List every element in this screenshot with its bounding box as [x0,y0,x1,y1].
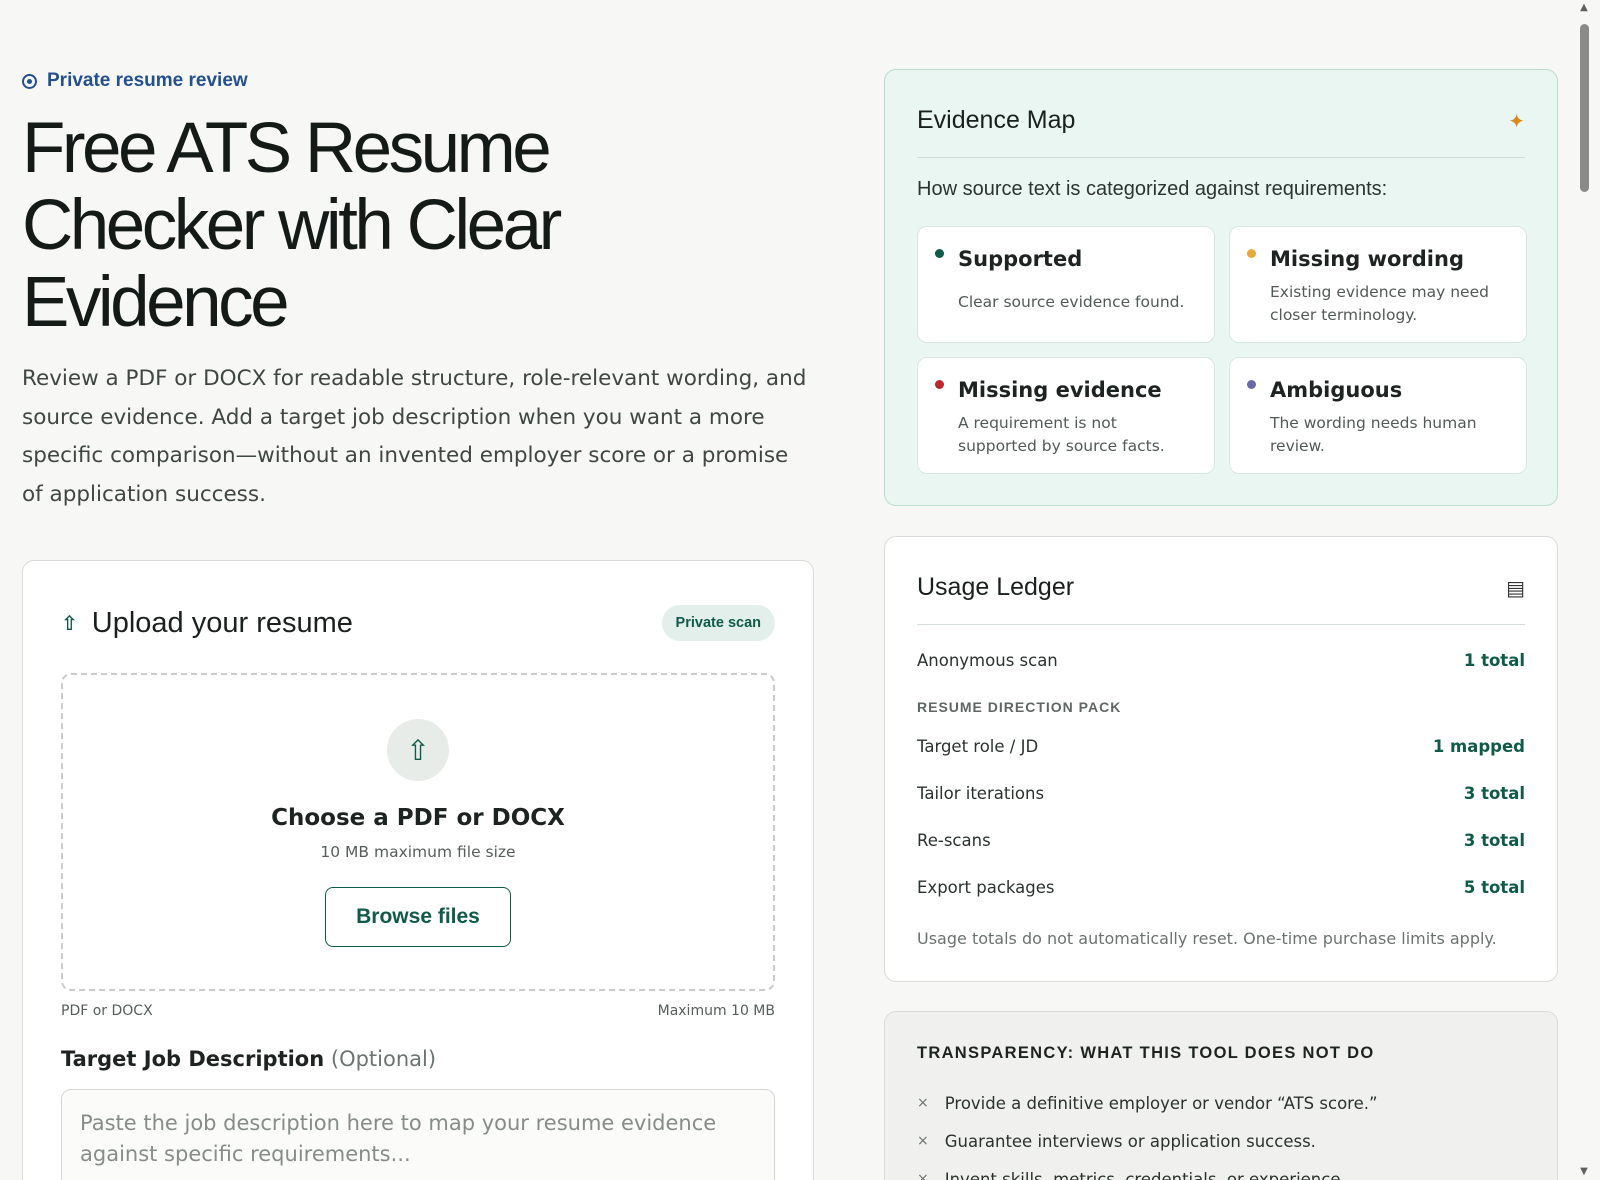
ledger-row: Re-scans 3 total [917,817,1525,864]
evidence-item-desc: A requirement is not supported by source… [958,414,1165,455]
hero-description: Review a PDF or DOCX for readable struct… [22,366,807,507]
dropzone-subtitle: 10 MB maximum file size [320,843,516,861]
evidence-map-title: Evidence Map [917,106,1076,134]
ledger-row-label: Tailor iterations [917,784,1045,803]
job-description-input[interactable] [61,1089,775,1180]
list-item: × Invent skills, metrics, credentials, o… [917,1160,1525,1180]
file-constraints: PDF or DOCX Maximum 10 MB [61,1003,775,1019]
ledger-row-label: Anonymous scan [917,650,1058,670]
list-item: × Guarantee interviews or application su… [917,1122,1525,1160]
browse-files-button[interactable]: Browse files [325,887,511,947]
evidence-item-missing-wording: Missing wording Existing evidence may ne… [1229,226,1527,343]
usage-ledger-list: Anonymous scan 1 total RESUME DIRECTION … [917,641,1525,949]
evidence-legend: Supported Clear source evidence found. M… [917,226,1527,474]
file-types-hint: PDF or DOCX [61,1003,153,1019]
jd-label-text: Target Job Description [61,1047,325,1071]
list-item-text: Provide a definitive employer or vendor … [944,1093,1378,1113]
ledger-row-value: 3 total [1463,831,1525,850]
upload-arrow-icon: ⇧ [61,611,78,635]
ledger-row-label: Export packages [917,878,1055,897]
status-dot [1247,249,1256,258]
ledger-section-heading: RESUME DIRECTION PACK [917,699,1122,715]
page-title: Free ATS Resume Checker with Clear Evide… [22,109,562,342]
scrollbar-thumb[interactable] [1580,24,1589,192]
upload-icon: ⇧ [387,719,449,781]
evidence-map-header: Evidence Map ✦ [917,106,1525,158]
upload-header: ⇧ Upload your resume Private scan [61,605,775,641]
upload-card: ⇧ Upload your resume Private scan ⇧ Choo… [22,560,814,1180]
ledger-row-value: 5 total [1463,878,1525,897]
ledger-row: Target role / JD 1 mapped [917,723,1525,770]
evidence-map-intro: How source text is categorized against r… [917,178,1388,200]
dropzone-title: Choose a PDF or DOCX [271,805,565,831]
ledger-row: Anonymous scan 1 total [917,641,1525,679]
ledger-row-label: Re-scans [917,831,991,850]
file-size-hint: Maximum 10 MB [657,1003,775,1019]
usage-ledger-header: Usage Ledger ▤ [917,573,1525,625]
transparency-card: TRANSPARENCY: WHAT THIS TOOL DOES NOT DO… [884,1011,1558,1180]
target-icon [22,73,37,89]
ledger-row-value: 1 mapped [1432,737,1525,756]
evidence-item-desc: The wording needs human review. [1270,414,1477,455]
usage-ledger-title: Usage Ledger [917,573,1075,601]
page-scrollbar[interactable]: ▲ ▼ [1568,0,1600,1180]
evidence-item-desc: Clear source evidence found. [958,293,1185,311]
evidence-item-desc: Existing evidence may need closer termin… [1270,283,1489,324]
status-dot [935,380,944,389]
ledger-row: Tailor iterations 3 total [917,770,1525,817]
ledger-row-label: Target role / JD [917,737,1039,756]
usage-note: Usage totals do not automatically reset.… [917,929,1497,948]
transparency-title: TRANSPARENCY: WHAT THIS TOOL DOES NOT DO [917,1044,1375,1062]
close-icon: × [917,1095,929,1111]
evidence-item-name: Missing evidence [958,378,1162,402]
evidence-item-name: Supported [958,247,1083,271]
scroll-down-icon[interactable]: ▼ [1568,1166,1600,1178]
evidence-item-ambiguous: Ambiguous The wording needs human review… [1229,357,1527,474]
ledger-row-value: 1 total [1463,650,1525,670]
transparency-list: × Provide a definitive employer or vendo… [917,1084,1525,1180]
status-dot [1247,380,1256,389]
evidence-item-supported: Supported Clear source evidence found. [917,226,1215,343]
list-item: × Provide a definitive employer or vendo… [917,1084,1525,1122]
ledger-row-value: 3 total [1463,784,1525,803]
file-dropzone[interactable]: ⇧ Choose a PDF or DOCX 10 MB maximum fil… [61,673,775,991]
close-icon: × [917,1171,929,1180]
job-description-label: Target Job Description (Optional) [61,1047,436,1071]
ledger-row: Export packages 5 total [917,864,1525,911]
list-item-text: Invent skills, metrics, credentials, or … [944,1169,1346,1180]
private-scan-badge: Private scan [661,605,775,641]
evidence-item-missing-evidence: Missing evidence A requirement is not su… [917,357,1215,474]
evidence-item-name: Missing wording [1270,247,1464,271]
usage-ledger-card: Usage Ledger ▤ Anonymous scan 1 total RE… [884,536,1558,982]
sparkle-icon: ✦ [1508,108,1525,133]
eyebrow: Private resume review [22,70,248,92]
ledger-icon: ▤ [1506,575,1525,600]
close-icon: × [917,1133,929,1149]
status-dot [935,249,944,258]
evidence-map-card: Evidence Map ✦ How source text is catego… [884,69,1558,506]
eyebrow-label: Private resume review [47,70,248,91]
scroll-up-icon[interactable]: ▲ [1568,2,1600,14]
evidence-item-name: Ambiguous [1270,378,1403,402]
list-item-text: Guarantee interviews or application succ… [944,1131,1316,1151]
jd-optional-text: (Optional) [330,1047,437,1071]
upload-title: Upload your resume [91,606,353,639]
